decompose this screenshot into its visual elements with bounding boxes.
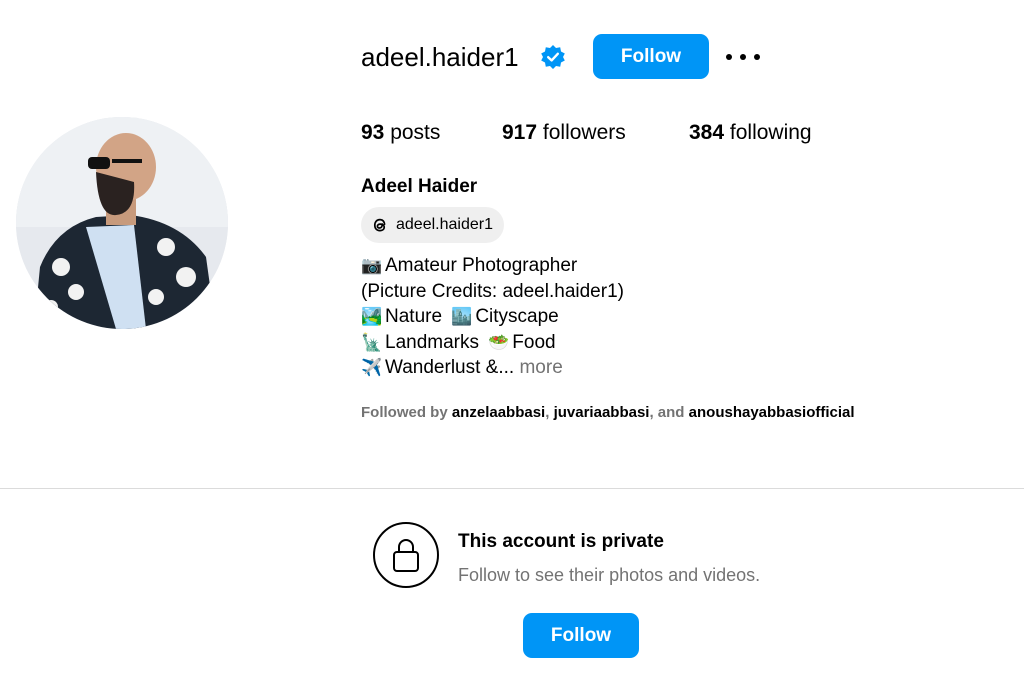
camera-emoji-icon: 📷: [361, 256, 383, 276]
more-options-icon[interactable]: [726, 44, 760, 70]
posts-label: posts: [390, 121, 441, 144]
separator: , and: [649, 404, 685, 421]
follow-button[interactable]: Follow: [593, 34, 709, 79]
bio-line: ✈️ Wanderlust &... more: [361, 355, 624, 381]
bio-more-link[interactable]: more: [519, 357, 562, 378]
threads-handle: adeel.haider1: [396, 216, 493, 233]
bio-text: Landmarks: [385, 331, 479, 353]
bio-line: 🗽 Landmarks 🥗 Food: [361, 330, 624, 356]
threads-icon: [373, 218, 386, 232]
private-account-title: This account is private: [458, 531, 664, 552]
followed-by: Followed by anzelaabbasi, juvariaabbasi,…: [361, 403, 855, 423]
profile-avatar[interactable]: [16, 117, 228, 329]
bio-text: Wanderlust &...: [385, 357, 515, 378]
avatar-photo: [16, 117, 228, 329]
lock-icon: [373, 522, 439, 588]
mutual-follower-link[interactable]: anzelaabbasi: [452, 404, 545, 421]
mutual-follower-link[interactable]: juvariaabbasi: [554, 404, 650, 421]
posts-count: 93: [361, 121, 385, 144]
bio-text: Nature: [385, 306, 443, 327]
nature-emoji-icon: 🏞️: [361, 307, 383, 327]
statue-of-liberty-emoji-icon: 🗽: [361, 332, 383, 353]
following-stat-link[interactable]: 384 following: [689, 119, 812, 147]
following-label: following: [729, 121, 812, 144]
bio-line: 🏞️ Nature 🏙️ Cityscape: [361, 304, 624, 330]
airplane-emoji-icon: ✈️: [361, 358, 383, 378]
private-account-subtitle: Follow to see their photos and videos.: [458, 565, 761, 585]
bio-text: (Picture Credits: adeel.haider1): [361, 280, 624, 302]
followers-label: followers: [542, 121, 626, 144]
followers-count: 917: [502, 121, 538, 144]
mutual-follower-link[interactable]: anoushayabbasiofficial: [689, 404, 855, 421]
section-divider: [0, 488, 1024, 489]
following-count: 384: [689, 121, 725, 144]
bio-line: 📷 Amateur Photographer: [361, 253, 624, 279]
profile-full-name: Adeel Haider: [361, 176, 478, 197]
followers-stat-link[interactable]: 917 followers: [502, 119, 626, 147]
verified-badge-icon: [540, 44, 566, 70]
food-emoji-icon: 🥗: [488, 332, 510, 353]
cityscape-emoji-icon: 🏙️: [451, 307, 473, 327]
bio-text: Food: [512, 331, 556, 353]
followed-by-prefix: Followed by: [361, 404, 448, 421]
separator: ,: [545, 404, 550, 421]
bio-text: Amateur Photographer: [385, 255, 578, 276]
profile-username: adeel.haider1: [361, 42, 519, 72]
follow-button-bottom[interactable]: Follow: [523, 613, 639, 658]
bio-text: Cityscape: [475, 306, 559, 327]
posts-count-stat: 93 posts: [361, 119, 440, 147]
profile-bio: 📷 Amateur Photographer (Picture Credits: …: [361, 253, 624, 381]
threads-badge-link[interactable]: adeel.haider1: [361, 207, 504, 243]
bio-line: (Picture Credits: adeel.haider1): [361, 279, 624, 305]
